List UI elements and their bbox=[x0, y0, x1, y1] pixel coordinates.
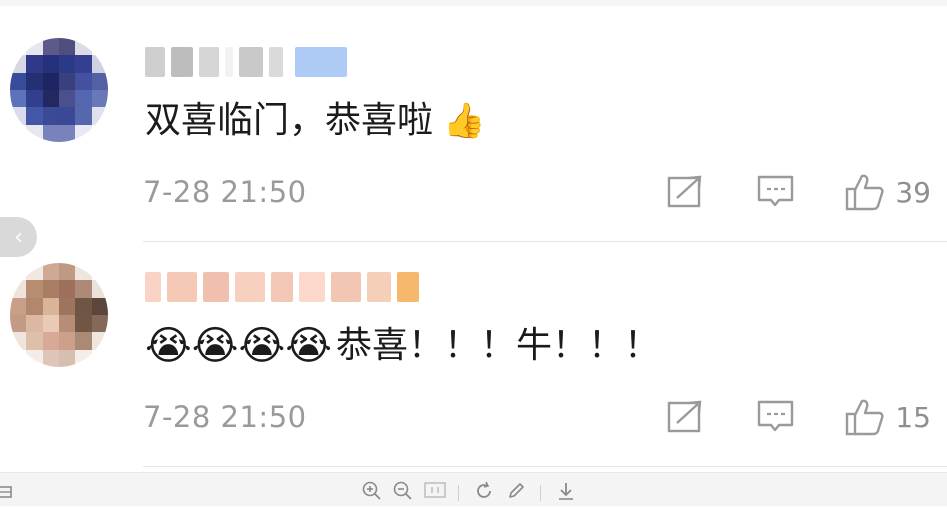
comment-item: 😭😭😭😭 恭喜！！！牛！！！ 7-28 21:50 15 bbox=[0, 255, 947, 466]
rotate-icon bbox=[477, 481, 491, 498]
like-button[interactable]: 15 bbox=[845, 398, 931, 436]
zoom-in-button[interactable] bbox=[362, 481, 382, 507]
share-icon bbox=[668, 175, 702, 208]
image-viewer-toolbar bbox=[0, 472, 947, 506]
comment-icon bbox=[758, 400, 794, 432]
username[interactable] bbox=[145, 42, 347, 82]
username[interactable] bbox=[145, 267, 419, 307]
reply-button[interactable] bbox=[757, 174, 795, 210]
back-button[interactable]: ‹ bbox=[0, 217, 37, 257]
like-count: 39 bbox=[895, 175, 931, 209]
reply-button[interactable] bbox=[757, 399, 795, 435]
toolbar-separator bbox=[458, 485, 459, 501]
top-strip bbox=[0, 0, 947, 6]
like-icon bbox=[846, 399, 884, 436]
save-button[interactable] bbox=[0, 481, 12, 505]
chevron-left-icon: ‹ bbox=[14, 224, 23, 250]
comment-actions: 15 bbox=[667, 398, 931, 436]
divider bbox=[143, 466, 947, 467]
comment-timestamp: 7-28 21:50 bbox=[143, 400, 307, 434]
toolbar-separator bbox=[540, 485, 541, 501]
comment-icon bbox=[758, 175, 794, 207]
comment-content: 双喜临门，恭喜啦 👍 bbox=[145, 98, 485, 144]
like-count: 15 bbox=[895, 400, 931, 434]
fit-button[interactable] bbox=[424, 481, 446, 505]
save-icon bbox=[0, 486, 12, 498]
comment-content: 😭😭😭😭 恭喜！！！牛！！！ bbox=[145, 323, 660, 369]
share-button[interactable] bbox=[667, 174, 705, 210]
zoom-out-icon bbox=[393, 481, 412, 500]
crying-emoji-group: 😭😭😭😭 bbox=[145, 323, 332, 369]
rotate-button[interactable] bbox=[474, 481, 494, 507]
download-icon bbox=[559, 483, 573, 500]
comment-text: 恭喜！！！牛！！！ bbox=[335, 325, 660, 366]
divider bbox=[143, 241, 947, 242]
thumbs-up-emoji: 👍 bbox=[443, 101, 486, 141]
share-icon bbox=[668, 400, 702, 433]
like-icon bbox=[846, 174, 884, 211]
zoom-out-button[interactable] bbox=[393, 481, 413, 507]
comment-actions: 39 bbox=[667, 173, 931, 211]
comment-text: 双喜临门，恭喜啦 bbox=[145, 100, 434, 141]
edit-button[interactable] bbox=[506, 481, 526, 507]
comment-item: 双喜临门，恭喜啦 👍 7-28 21:50 39 bbox=[0, 30, 947, 241]
like-button[interactable]: 39 bbox=[845, 173, 931, 211]
fit-icon bbox=[424, 482, 446, 498]
avatar[interactable] bbox=[10, 263, 108, 367]
download-button[interactable] bbox=[556, 481, 576, 507]
comment-timestamp: 7-28 21:50 bbox=[143, 175, 307, 209]
avatar[interactable] bbox=[10, 38, 108, 142]
share-button[interactable] bbox=[667, 399, 705, 435]
edit-icon bbox=[509, 483, 524, 498]
zoom-in-icon bbox=[362, 481, 381, 500]
